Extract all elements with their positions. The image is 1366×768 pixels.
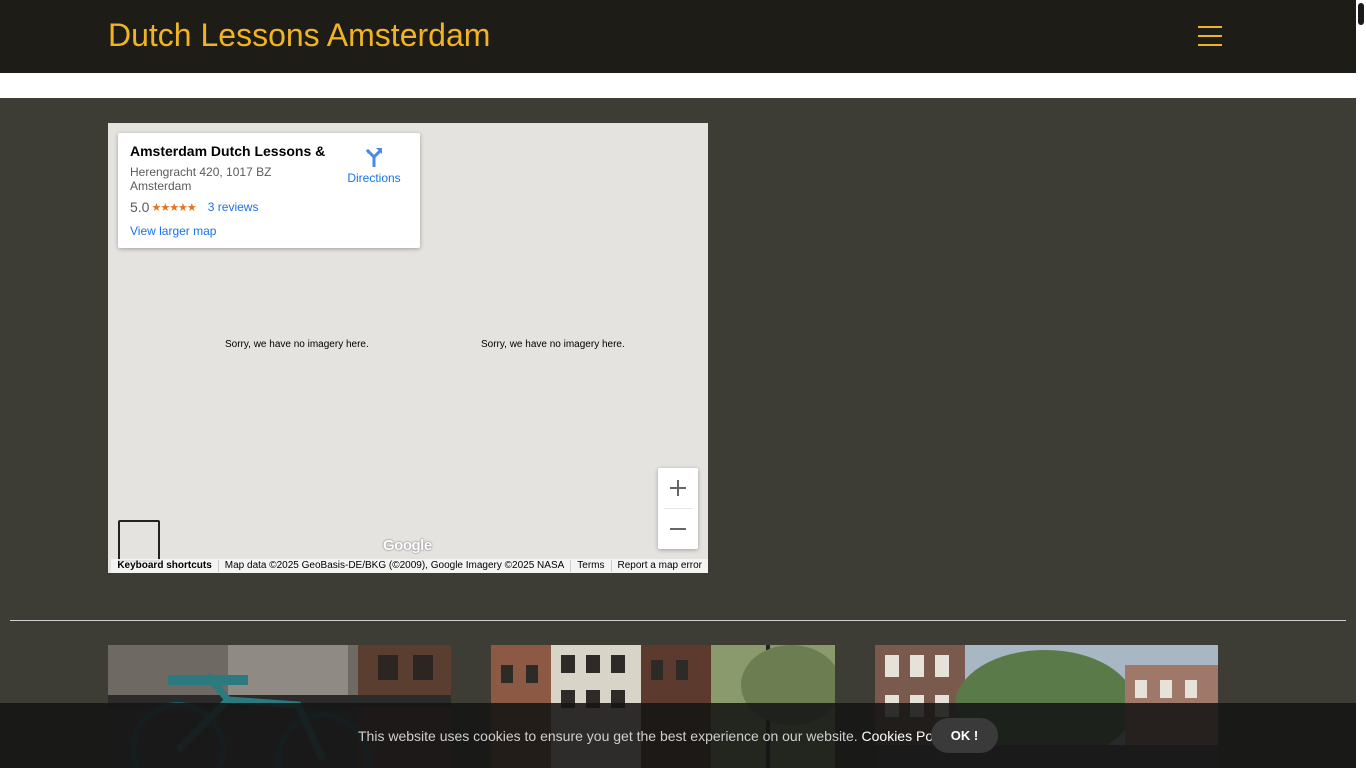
map-attribution-bar: Keyboard shortcuts Map data ©2025 GeoBas… bbox=[111, 559, 708, 573]
zoom-out-button[interactable] bbox=[658, 509, 698, 549]
menu-bar-line bbox=[1198, 26, 1222, 28]
zoom-in-button[interactable] bbox=[658, 468, 698, 508]
rating-stars-icon: ★★★★★ bbox=[151, 201, 196, 214]
menu-bar-line bbox=[1198, 44, 1222, 46]
hamburger-menu-icon[interactable] bbox=[1198, 26, 1222, 48]
main-section: Amsterdam Dutch Lessons & ... Herengrach… bbox=[0, 98, 1356, 768]
place-info-card: Amsterdam Dutch Lessons & ... Herengrach… bbox=[118, 133, 420, 248]
terms-link[interactable]: Terms bbox=[571, 559, 610, 573]
cookie-text: This website uses cookies to ensure you … bbox=[358, 728, 858, 744]
keyboard-shortcuts-link[interactable]: Keyboard shortcuts bbox=[111, 559, 217, 573]
place-name: Amsterdam Dutch Lessons & ... bbox=[130, 143, 330, 159]
rating-row: 5.0 ★★★★★ 3 reviews bbox=[130, 199, 258, 215]
directions-icon bbox=[365, 148, 383, 167]
top-navbar: Dutch Lessons Amsterdam bbox=[0, 0, 1356, 73]
menu-bar-line bbox=[1198, 35, 1222, 37]
street-view-pegman-icon[interactable] bbox=[118, 520, 160, 562]
no-imagery-message: Sorry, we have no imagery here. bbox=[481, 339, 625, 350]
cookie-ok-button[interactable]: OK ! bbox=[931, 718, 998, 753]
view-larger-map-link[interactable]: View larger map bbox=[130, 224, 216, 238]
section-divider bbox=[10, 620, 1346, 621]
map-data-credit: Map data ©2025 GeoBasis-DE/BKG (©2009), … bbox=[224, 560, 565, 571]
directions-label: Directions bbox=[347, 171, 401, 185]
directions-button[interactable]: Directions bbox=[340, 145, 408, 185]
no-imagery-message: Sorry, we have no imagery here. bbox=[225, 339, 369, 350]
site-brand[interactable]: Dutch Lessons Amsterdam bbox=[108, 16, 490, 54]
scrollbar-thumb[interactable] bbox=[1358, 3, 1364, 25]
zoom-controls bbox=[658, 468, 698, 549]
place-address: Herengracht 420, 1017 BZ Amsterdam bbox=[130, 165, 272, 193]
embedded-google-map[interactable]: Amsterdam Dutch Lessons & ... Herengrach… bbox=[108, 123, 708, 573]
page-scrollbar[interactable] bbox=[1356, 0, 1366, 768]
google-logo: Google bbox=[383, 537, 432, 554]
reviews-link[interactable]: 3 reviews bbox=[208, 200, 259, 214]
rating-value: 5.0 bbox=[130, 199, 150, 215]
cookie-message: This website uses cookies to ensure you … bbox=[358, 728, 956, 744]
report-map-error-link[interactable]: Report a map error bbox=[612, 559, 708, 573]
cookie-consent-bar: This website uses cookies to ensure you … bbox=[0, 703, 1356, 768]
